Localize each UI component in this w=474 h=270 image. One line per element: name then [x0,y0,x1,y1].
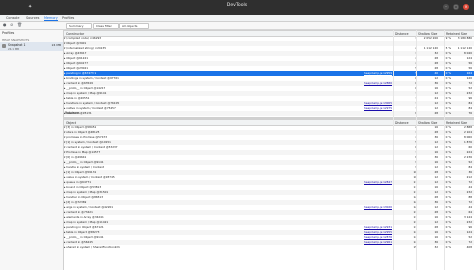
view-select[interactable]: Summary [66,23,92,29]
retained-size-cell: 76 [468,111,472,115]
col-ret-retained[interactable]: Retained Size [446,121,467,125]
clear-icon[interactable]: ⊘ [10,23,14,27]
column-divider [393,30,394,270]
col-ret-shallow[interactable]: Shallow Size [418,121,437,125]
column-divider [416,30,417,270]
retained-size-cell: 408 [466,245,472,249]
retainers-label: Retainers [65,111,80,115]
toolbar: ● ⊘ 🗑 Summary Class filter All objects [0,22,474,30]
col-ret-distance[interactable]: Distance [395,121,409,125]
tab-sources[interactable]: Sources [26,16,39,20]
retainer-row[interactable]: ▸ shared in system / SharedFunctionInfo1… [64,245,474,250]
shallow-size-cell: 32 [434,245,438,249]
collect-garbage-icon[interactable]: 🗑 [17,23,22,27]
devtools-window: ✦ DevTools – □ × Console Sources Memory … [0,0,474,270]
devtools-tabs: Console Sources Memory Profiles [0,15,474,22]
record-icon[interactable]: ● [3,23,7,27]
column-divider [444,30,445,270]
minimize-icon[interactable]: – [443,4,449,10]
shallow-percent-cell: 0 % [445,245,451,249]
window-title: DevTools [226,3,248,8]
snapshot-sub: 24.1 MB [8,47,20,51]
col-retained[interactable]: Retained Size [446,32,467,36]
col-distance[interactable]: Distance [395,32,409,36]
retainer-name: ▸ shared in system / SharedFunctionInfo [64,245,121,249]
snapshot-item[interactable]: Snapshot 1 24.1 MB 24 MB [0,42,63,51]
title-bar: ✦ DevTools – □ × [0,0,474,15]
col-object[interactable]: Object [66,121,76,125]
profiles-sidebar: Profiles HEAP SNAPSHOTS Snapshot 1 24.1 … [0,30,64,270]
constructor-name: ▸ results in @95131 [64,111,92,115]
tab-console[interactable]: Console [6,16,19,20]
snapshot-icon [2,44,6,48]
objects-select[interactable]: All objects [119,23,149,29]
heap-snapshot-view: Constructor Distance Shallow Size Retain… [64,30,474,270]
col-constructor[interactable]: Constructor [66,32,84,36]
shallow-percent-cell: 0 % [445,111,451,115]
tab-profiles[interactable]: Profiles [62,16,74,20]
close-icon[interactable]: × [463,4,469,10]
col-shallow[interactable]: Shallow Size [418,32,437,36]
snapshot-size: 24 MB [51,43,61,47]
tab-memory[interactable]: Memory [44,16,58,21]
shallow-size-cell: 28 [434,111,438,115]
constructor-row[interactable]: ▸ results in @951318280 %76 [64,111,474,116]
class-filter-input[interactable]: Class filter [93,23,119,29]
maximize-icon[interactable]: □ [453,4,459,10]
sidebar-header: Profiles [2,31,15,35]
